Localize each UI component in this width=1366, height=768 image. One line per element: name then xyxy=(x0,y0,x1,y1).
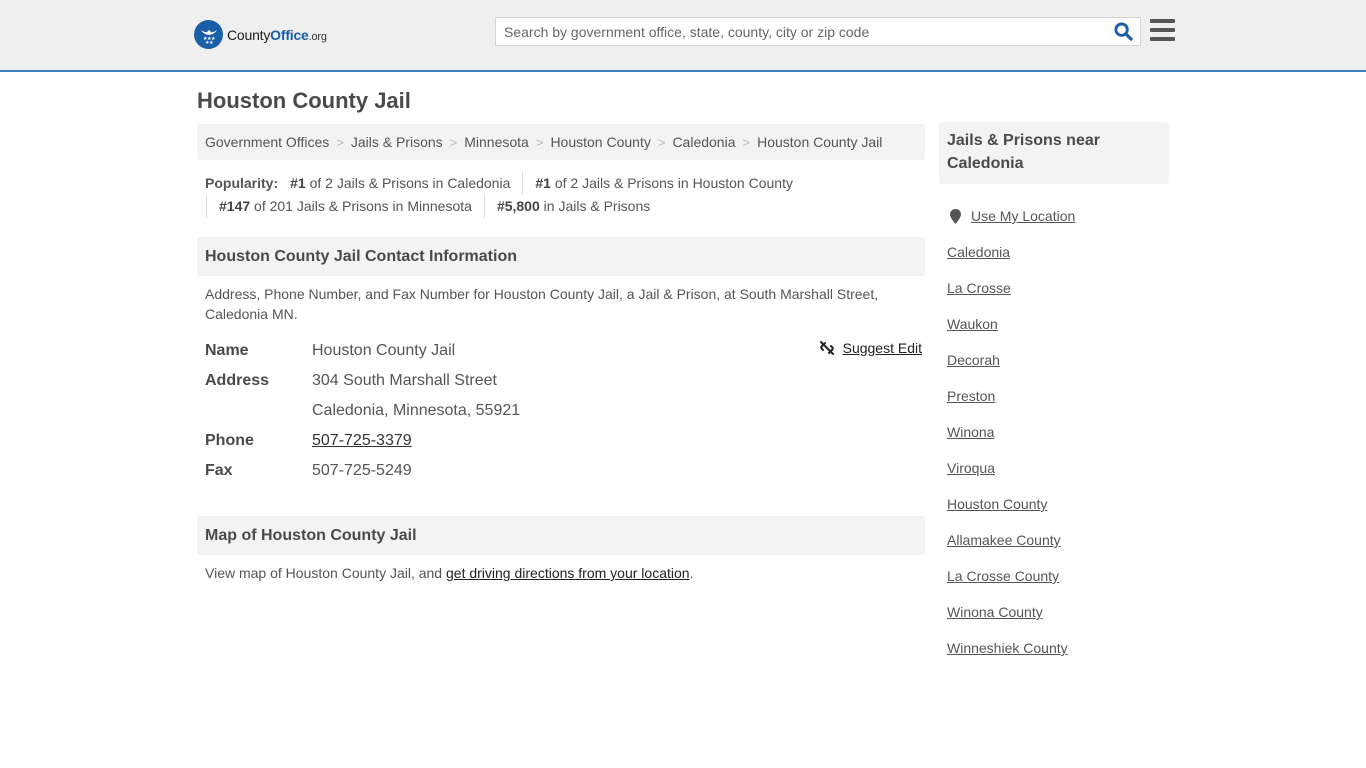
search-input[interactable] xyxy=(496,18,1106,45)
breadcrumb-separator-icon: > xyxy=(535,134,544,150)
list-item: Decorah xyxy=(947,342,1167,378)
use-my-location: Use My Location xyxy=(947,198,1167,234)
breadcrumb: Government Offices > Jails & Prisons > M… xyxy=(197,124,925,160)
popularity-item: #1 of 2 Jails & Prisons in Houston Count… xyxy=(522,172,805,195)
list-item: La Crosse County xyxy=(947,558,1167,594)
list-item: Winona County xyxy=(947,594,1167,630)
contact-row-name: Name Houston County Jail xyxy=(205,342,456,359)
popularity-item: #5,800 in Jails & Prisons xyxy=(483,195,662,218)
breadcrumb-houston-county[interactable]: Houston County xyxy=(550,134,650,150)
svg-text:★: ★ xyxy=(209,40,214,46)
list-item: Waukon xyxy=(947,306,1167,342)
nearby-link-waukon[interactable]: Waukon xyxy=(947,316,998,332)
hamburger-menu-icon[interactable] xyxy=(1150,19,1175,41)
breadcrumb-current: Houston County Jail xyxy=(757,134,883,150)
list-item: Preston xyxy=(947,378,1167,414)
breadcrumb-separator-icon: > xyxy=(449,134,458,150)
nearby-link-winona[interactable]: Winona xyxy=(947,424,994,440)
map-description: View map of Houston County Jail, and get… xyxy=(205,565,694,581)
search-icon xyxy=(1113,22,1133,41)
list-item: Caledonia xyxy=(947,234,1167,270)
address-line2: Caledonia, Minnesota, 55921 xyxy=(312,402,521,419)
search-bar xyxy=(495,17,1141,46)
nearby-link-preston[interactable]: Preston xyxy=(947,388,995,404)
popularity-label: Popularity: xyxy=(205,175,279,191)
popularity-rankings: Popularity: #1 of 2 Jails & Prisons in C… xyxy=(205,172,925,218)
list-item: Allamakee County xyxy=(947,522,1167,558)
broken-link-icon xyxy=(819,341,834,355)
list-item: Winneshiek County xyxy=(947,630,1167,666)
driving-directions-link[interactable]: get driving directions from your locatio… xyxy=(446,565,690,581)
breadcrumb-minnesota[interactable]: Minnesota xyxy=(464,134,529,150)
nearby-link-allamakee-county[interactable]: Allamakee County xyxy=(947,532,1061,548)
logo-text: CountyOffice.org xyxy=(227,26,327,43)
breadcrumb-government-offices[interactable]: Government Offices xyxy=(205,134,329,150)
use-my-location-link[interactable]: Use My Location xyxy=(971,208,1075,224)
list-item: Houston County xyxy=(947,486,1167,522)
list-item: Winona xyxy=(947,414,1167,450)
page-title: Houston County Jail xyxy=(197,88,411,113)
contact-row-address-2: Caledonia, Minnesota, 55921 xyxy=(205,396,925,426)
phone-link[interactable]: 507-725-3379 xyxy=(312,432,412,450)
breadcrumb-caledonia[interactable]: Caledonia xyxy=(672,134,735,150)
contact-row-address: Address 304 South Marshall Street xyxy=(205,372,497,389)
contact-details: Suggest Edit Name Houston County Jail Ad… xyxy=(205,336,925,486)
breadcrumb-separator-icon: > xyxy=(336,134,344,150)
breadcrumb-separator-icon: > xyxy=(742,134,751,150)
search-button[interactable] xyxy=(1106,18,1140,45)
nearby-link-decorah[interactable]: Decorah xyxy=(947,352,1000,368)
contact-section-heading: Houston County Jail Contact Information xyxy=(197,237,925,276)
nearby-link-la-crosse[interactable]: La Crosse xyxy=(947,280,1011,296)
breadcrumb-jails-prisons[interactable]: Jails & Prisons xyxy=(351,134,443,150)
name-value: Houston County Jail xyxy=(312,342,456,359)
popularity-item: #147 of 201 Jails & Prisons in Minnesota xyxy=(206,195,484,218)
suggest-edit-link[interactable]: Suggest Edit xyxy=(819,340,922,356)
nearby-link-la-crosse-county[interactable]: La Crosse County xyxy=(947,568,1059,584)
eagle-stars-badge-icon: ★ ★ ★ ★ ★ xyxy=(194,20,223,49)
popularity-item: #1 of 2 Jails & Prisons in Caledonia xyxy=(290,175,511,191)
nearby-link-viroqua[interactable]: Viroqua xyxy=(947,460,995,476)
breadcrumb-separator-icon: > xyxy=(657,134,666,150)
contact-row-phone: Phone 507-725-3379 xyxy=(205,432,412,450)
list-item: La Crosse xyxy=(947,270,1167,306)
list-item: Viroqua xyxy=(947,450,1167,486)
contact-row-fax: Fax 507-725-5249 xyxy=(205,462,412,479)
fax-value: 507-725-5249 xyxy=(312,462,412,479)
nearby-link-winneshiek-county[interactable]: Winneshiek County xyxy=(947,640,1068,656)
site-header: ★ ★ ★ ★ ★ CountyOffice.org xyxy=(0,0,1366,72)
site-logo[interactable]: ★ ★ ★ ★ ★ CountyOffice.org xyxy=(194,20,327,49)
nearby-link-caledonia[interactable]: Caledonia xyxy=(947,244,1010,260)
contact-description: Address, Phone Number, and Fax Number fo… xyxy=(205,286,879,322)
nearby-link-houston-county[interactable]: Houston County xyxy=(947,496,1047,512)
nearby-link-winona-county[interactable]: Winona County xyxy=(947,604,1043,620)
nearby-list: Use My Location Caledonia La Crosse Wauk… xyxy=(947,198,1167,666)
address-line1: 304 South Marshall Street xyxy=(312,372,497,389)
map-section-heading: Map of Houston County Jail xyxy=(197,516,925,555)
sidebar-heading: Jails & Prisons near Caledonia xyxy=(939,122,1169,184)
map-pin-icon xyxy=(950,208,961,224)
